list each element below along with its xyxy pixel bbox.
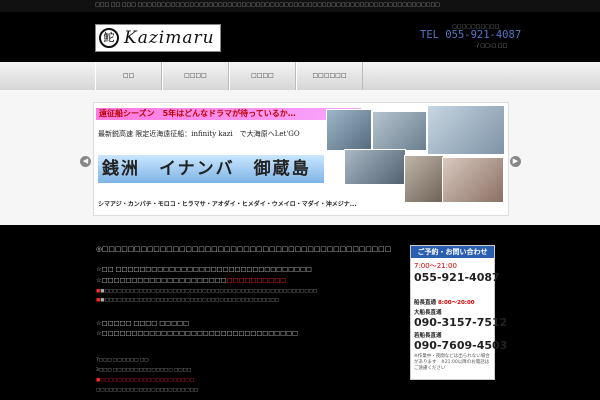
banner-photo bbox=[404, 155, 444, 203]
banner-subline: 最新鋭高速 限定近海遠征船：infinity kazi で大海原へLet'GO bbox=[98, 130, 300, 138]
contact-box: ご予約・お問い合わせ 7:00～21:00 055-921-4087 船長直通 … bbox=[410, 245, 507, 380]
logo-text: Kazimaru bbox=[124, 28, 215, 48]
content-note: ■■□□□□□□□□□□□□□□□□□□□□□□□□□□□□□□□□□□□□□□… bbox=[96, 298, 279, 303]
banner-photo bbox=[442, 157, 504, 203]
content-line: ☆□□□□□□□□□□□□□□□□□□□□□□□□□□□□□□□□□ bbox=[96, 330, 298, 337]
note-text: ■□□□□□□□□□□□□□□□□□□□□□□□□□□□□□□□□□□□□□□□… bbox=[100, 289, 318, 294]
header-phone-sub: / □□:□ □□ bbox=[477, 43, 508, 49]
content-highlight: □□□□□□□□□□ bbox=[226, 277, 287, 284]
captain-hours-row: 船長直通 8:00～20:00 bbox=[414, 298, 475, 306]
content-note: ■■□□□□□□□□□□□□□□□□□□□□□□□□□□□□□□□□□□□□□□… bbox=[96, 289, 317, 294]
captain-hours: 8:00～20:00 bbox=[437, 300, 475, 306]
site-header: 鮀 Kazimaru □□□□□□□□□□ TEL 055-921-4087 /… bbox=[0, 12, 600, 62]
content-line: ☆□□ □□□□□□□□□□□□□□□□□□□□□□□□□□□□□□□□□ bbox=[96, 266, 312, 273]
main-content: ◎□□□□□□□□□□□□□□□□□□□□□□□□□□□□□□□□□□□□□□□… bbox=[0, 225, 600, 400]
content-line: ☆□□□□□□□□□□□□□□□□□□□□□□□□□□□□□□□ bbox=[96, 277, 286, 284]
captain-phone[interactable]: 090-3157-7512 bbox=[414, 316, 507, 329]
header-phone[interactable]: TEL 055-921-4087 bbox=[420, 29, 521, 41]
banner-photo bbox=[372, 111, 427, 151]
content-heading: ◎□□□□□□□□□□□□□□□□□□□□□□□□□□□□□□□□□□□□□□□… bbox=[96, 245, 391, 253]
content-line: ☆□□□□□ □□□□ □□□□□ bbox=[96, 320, 189, 327]
banner-fish-list: シマアジ・カンパチ・モロコ・ヒラマサ・アオダイ・ヒメダイ・ウメイロ・マダイ・沖メ… bbox=[98, 201, 357, 208]
hero-slider: ◀ 遠征船シーズン 5年はどんなドラマが待っているか… 最新鋭高速 限定近海遠征… bbox=[0, 90, 600, 225]
nav-item-3[interactable]: □□□□ bbox=[229, 62, 296, 90]
banner-photo bbox=[326, 109, 372, 151]
banner-photo bbox=[427, 105, 505, 155]
content-text: ☆□□□□□□□□□□□□□□□□□□□□□ bbox=[96, 277, 227, 284]
banner-places: 銭洲 イナンバ 御蔵島 bbox=[98, 155, 324, 183]
logo-mark-icon: 鮀 bbox=[99, 28, 119, 48]
top-notice-text: □□□ □□ □□□ □□□□□□□□□□□□□□□□□□□□□□□□□□□□□… bbox=[95, 2, 440, 8]
contact-heading: ご予約・お問い合わせ bbox=[411, 246, 494, 258]
banner-headline: 遠征船シーズン 5年はどんなドラマが待っているか… bbox=[96, 108, 361, 120]
contact-hours: 7:00～21:00 bbox=[414, 262, 457, 270]
contact-phone-main[interactable]: 055-921-4087 bbox=[414, 271, 500, 284]
schedule-line: 7□□□ □□□□□□ □□ bbox=[96, 358, 149, 363]
note-text: ■□□□□□□□□□□□□□□□□□□□□□□□□□□□□□□□□□□□□□□□… bbox=[100, 298, 279, 303]
content-line: □□□□□□□□□□□□□□□□□□□□□□□□ bbox=[96, 388, 199, 393]
contact-note: ※作業中・夜間などは出られない場合があります ※21:00以降のお電話はご遠慮く… bbox=[414, 354, 490, 371]
schedule-line: 3□□□ □□□□□□□□□□□□□□ □□□□ bbox=[96, 368, 192, 373]
slider-prev-icon[interactable]: ◀ bbox=[80, 156, 91, 167]
nav-item-4[interactable]: □□□□□□ bbox=[296, 62, 363, 90]
warning-line: ■□□□□□□□□□□□□□□□□□□□□□□ bbox=[96, 378, 194, 383]
top-notice-bar: □□□ □□ □□□ □□□□□□□□□□□□□□□□□□□□□□□□□□□□□… bbox=[0, 0, 600, 12]
main-nav: □□ □□□□ □□□□ □□□□□□ bbox=[0, 62, 600, 91]
nav-item-1[interactable]: □□ bbox=[95, 62, 162, 90]
young-captain-name: 若船長直通 bbox=[414, 333, 442, 339]
site-logo[interactable]: 鮀 Kazimaru bbox=[95, 24, 221, 52]
hero-banner[interactable]: 遠征船シーズン 5年はどんなドラマが待っているか… 最新鋭高速 限定近海遠征船：… bbox=[93, 102, 509, 216]
captain-label: 船長直通 bbox=[414, 300, 437, 306]
slider-next-icon[interactable]: ▶ bbox=[510, 156, 521, 167]
captain-name: 大船長直通 bbox=[414, 310, 442, 316]
nav-item-2[interactable]: □□□□ bbox=[162, 62, 229, 90]
banner-photo bbox=[344, 149, 406, 185]
young-captain-phone[interactable]: 090-7609-4503 bbox=[414, 339, 507, 352]
